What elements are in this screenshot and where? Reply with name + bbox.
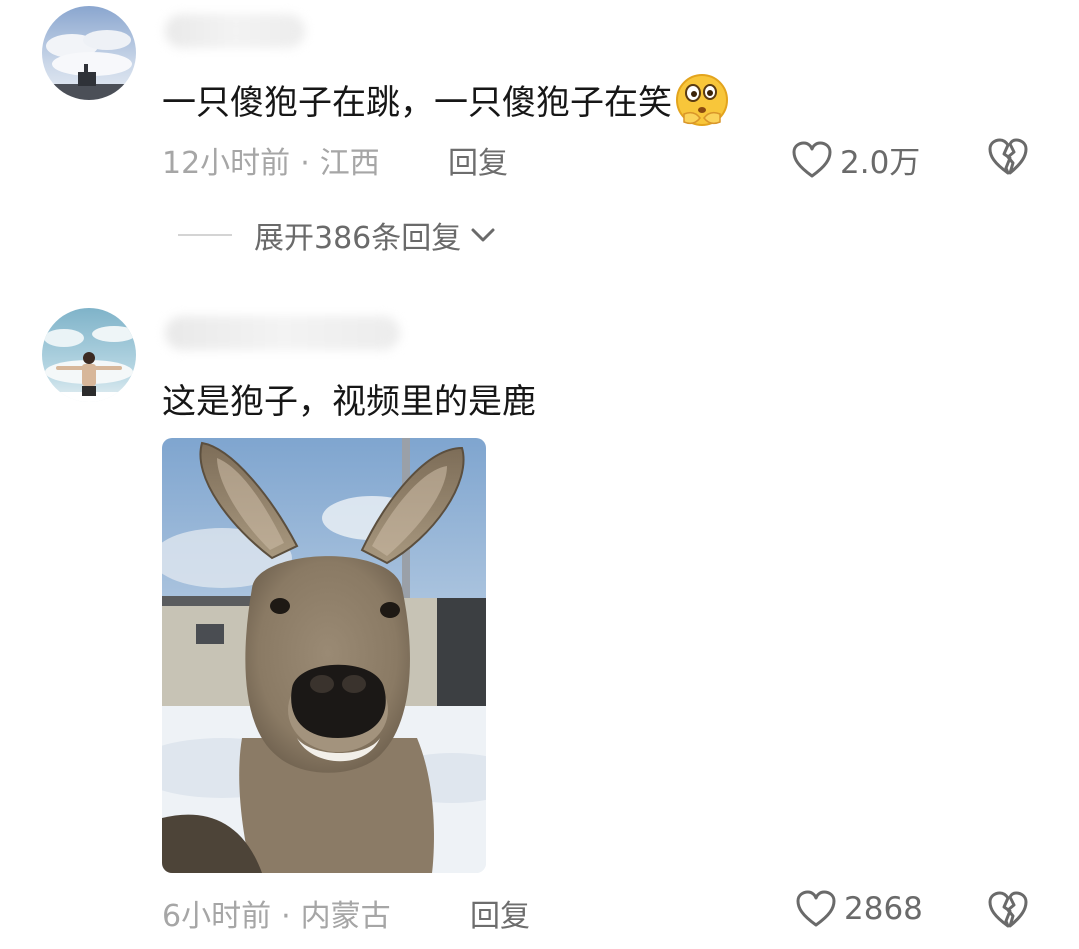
comment-meta: 12小时前 · 江西 (162, 138, 380, 182)
like-button[interactable]: 2.0万 (792, 137, 920, 182)
timestamp: 6小时前 (162, 899, 272, 934)
dislike-button[interactable] (988, 891, 1028, 933)
heart-outline-icon (796, 890, 836, 927)
comment-text: 这是狍子，视频里的是鹿 (162, 382, 536, 422)
broken-heart-icon (988, 138, 1028, 175)
username[interactable] (165, 14, 305, 48)
broken-heart-icon (988, 891, 1028, 928)
thinking-face-emoji-icon (674, 72, 730, 137)
comment-text: 一只傻狍子在跳，一只傻狍子在笑 (162, 72, 730, 137)
avatar[interactable] (42, 308, 136, 402)
like-button[interactable]: 2868 (796, 890, 923, 928)
comment-meta: 6小时前 · 内蒙古 (162, 891, 391, 935)
reply-button[interactable]: 回复 (448, 138, 508, 182)
reply-button[interactable]: 回复 (470, 891, 530, 935)
expand-replies-label: 展开386条回复 (254, 221, 462, 256)
divider (178, 234, 232, 236)
separator: · (300, 146, 310, 181)
chevron-down-icon (471, 228, 495, 242)
avatar[interactable] (42, 6, 136, 100)
dislike-button[interactable] (988, 138, 1028, 180)
like-count: 2.0万 (840, 145, 921, 181)
like-count: 2868 (844, 891, 923, 927)
comment-2: 这是狍子，视频里的是鹿 6小时前 · 内蒙古 回复 2868 (0, 290, 1079, 949)
location: 内蒙古 (300, 899, 391, 934)
comment-text-content: 一只傻狍子在跳，一只傻狍子在笑 (162, 83, 672, 123)
username[interactable] (165, 316, 400, 350)
comment-1: 一只傻狍子在跳，一只傻狍子在笑 12小时前 · 江西 回复 2.0万 展开386… (0, 0, 1079, 290)
timestamp: 12小时前 (162, 146, 291, 181)
separator: · (281, 899, 291, 934)
heart-outline-icon (792, 141, 832, 177)
expand-replies-button[interactable]: 展开386条回复 (178, 215, 497, 256)
comment-image[interactable] (162, 438, 486, 873)
location: 江西 (319, 146, 380, 181)
